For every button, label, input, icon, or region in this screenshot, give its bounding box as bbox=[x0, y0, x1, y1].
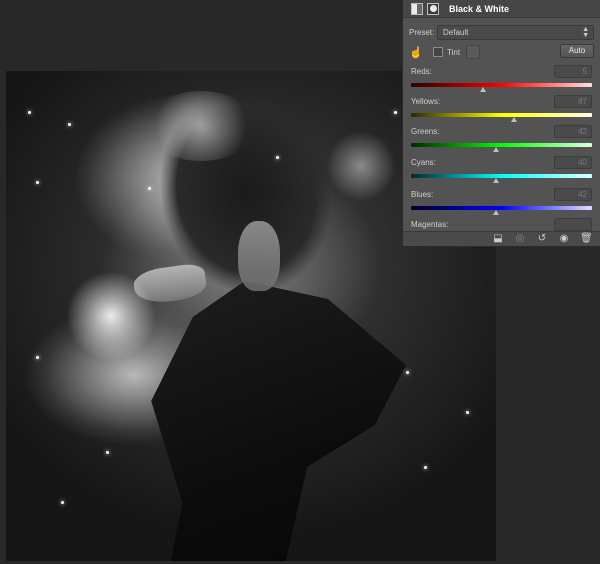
visibility-eye-icon[interactable]: ◉ bbox=[558, 234, 570, 244]
tint-checkbox[interactable] bbox=[433, 47, 443, 57]
reset-icon[interactable]: ↺ bbox=[536, 234, 548, 244]
panel-footer: ⬓ ◎ ↺ ◉ 🗑 bbox=[403, 231, 600, 246]
slider-thumb[interactable] bbox=[493, 210, 500, 215]
photo-star bbox=[106, 451, 109, 454]
photo-star bbox=[148, 187, 151, 190]
photo-star bbox=[68, 123, 71, 126]
photo-glow bbox=[146, 91, 256, 161]
photo-star bbox=[36, 181, 39, 184]
slider-reds: Reds: 5 bbox=[409, 65, 594, 97]
slider-yellows: Yellows: 87 bbox=[409, 95, 594, 127]
photo-star bbox=[28, 111, 31, 114]
photo-glow bbox=[66, 271, 156, 361]
preset-value: Default bbox=[443, 27, 469, 37]
slider-cyans: Cyans: 40 bbox=[409, 156, 594, 188]
photo-figure bbox=[151, 281, 406, 561]
photo-star bbox=[276, 156, 279, 159]
photo-star bbox=[61, 501, 64, 504]
trash-icon[interactable]: 🗑 bbox=[580, 234, 593, 244]
photo-star bbox=[36, 356, 39, 359]
black-white-adjustment-icon[interactable] bbox=[411, 2, 423, 15]
slider-label: Yellows: bbox=[411, 97, 441, 106]
slider-track[interactable] bbox=[411, 206, 592, 210]
slider-value-input[interactable]: 42 bbox=[554, 125, 592, 138]
slider-track[interactable] bbox=[411, 174, 592, 178]
preset-label: Preset: bbox=[409, 27, 435, 37]
panel-header: Black & White bbox=[403, 0, 600, 18]
panel-title: Black & White bbox=[449, 3, 510, 14]
slider-label: Cyans: bbox=[411, 158, 436, 167]
clip-to-layer-icon[interactable]: ⬓ bbox=[492, 234, 504, 244]
slider-blues: Blues: 42 bbox=[409, 188, 594, 220]
targeted-adjustment-hand-icon[interactable]: ☝ bbox=[409, 45, 423, 59]
preset-dropdown[interactable]: Default ▲ ▼ bbox=[437, 24, 594, 40]
slider-label: Blues: bbox=[411, 190, 434, 199]
slider-thumb[interactable] bbox=[511, 117, 518, 122]
slider-value-input[interactable] bbox=[554, 218, 592, 231]
photo-star bbox=[424, 466, 427, 469]
slider-track[interactable] bbox=[411, 113, 592, 117]
slider-value-input[interactable]: 87 bbox=[554, 95, 592, 108]
slider-label: Magentas: bbox=[411, 220, 449, 229]
tint-label: Tint bbox=[447, 47, 461, 57]
photo-face bbox=[238, 221, 280, 291]
slider-value-input[interactable]: 42 bbox=[554, 188, 592, 201]
slider-thumb[interactable] bbox=[493, 147, 500, 152]
preset-row: Preset: Default ▲ ▼ bbox=[409, 24, 594, 40]
slider-thumb[interactable] bbox=[480, 87, 487, 92]
slider-value-input[interactable]: 40 bbox=[554, 156, 592, 169]
dropdown-arrows-icon: ▲ ▼ bbox=[582, 25, 589, 39]
slider-thumb[interactable] bbox=[493, 178, 500, 183]
photo-star bbox=[394, 111, 397, 114]
photo-glow bbox=[326, 131, 396, 201]
photo-star bbox=[406, 371, 409, 374]
layer-mask-icon[interactable] bbox=[427, 2, 439, 15]
slider-track[interactable] bbox=[411, 143, 592, 147]
slider-label: Greens: bbox=[411, 127, 440, 136]
auto-button[interactable]: Auto bbox=[560, 44, 594, 58]
slider-track[interactable] bbox=[411, 83, 592, 87]
tint-row: ☝ Tint Auto bbox=[409, 44, 594, 60]
slider-greens: Greens: 42 bbox=[409, 125, 594, 157]
slider-label: Reds: bbox=[411, 67, 432, 76]
tint-color-swatch[interactable] bbox=[466, 45, 481, 59]
view-previous-state-icon[interactable]: ◎ bbox=[514, 234, 526, 244]
photo-star bbox=[466, 411, 469, 414]
properties-panel: Black & White Preset: Default ▲ ▼ ☝ Tint … bbox=[402, 0, 600, 247]
slider-value-input[interactable]: 5 bbox=[554, 65, 592, 78]
